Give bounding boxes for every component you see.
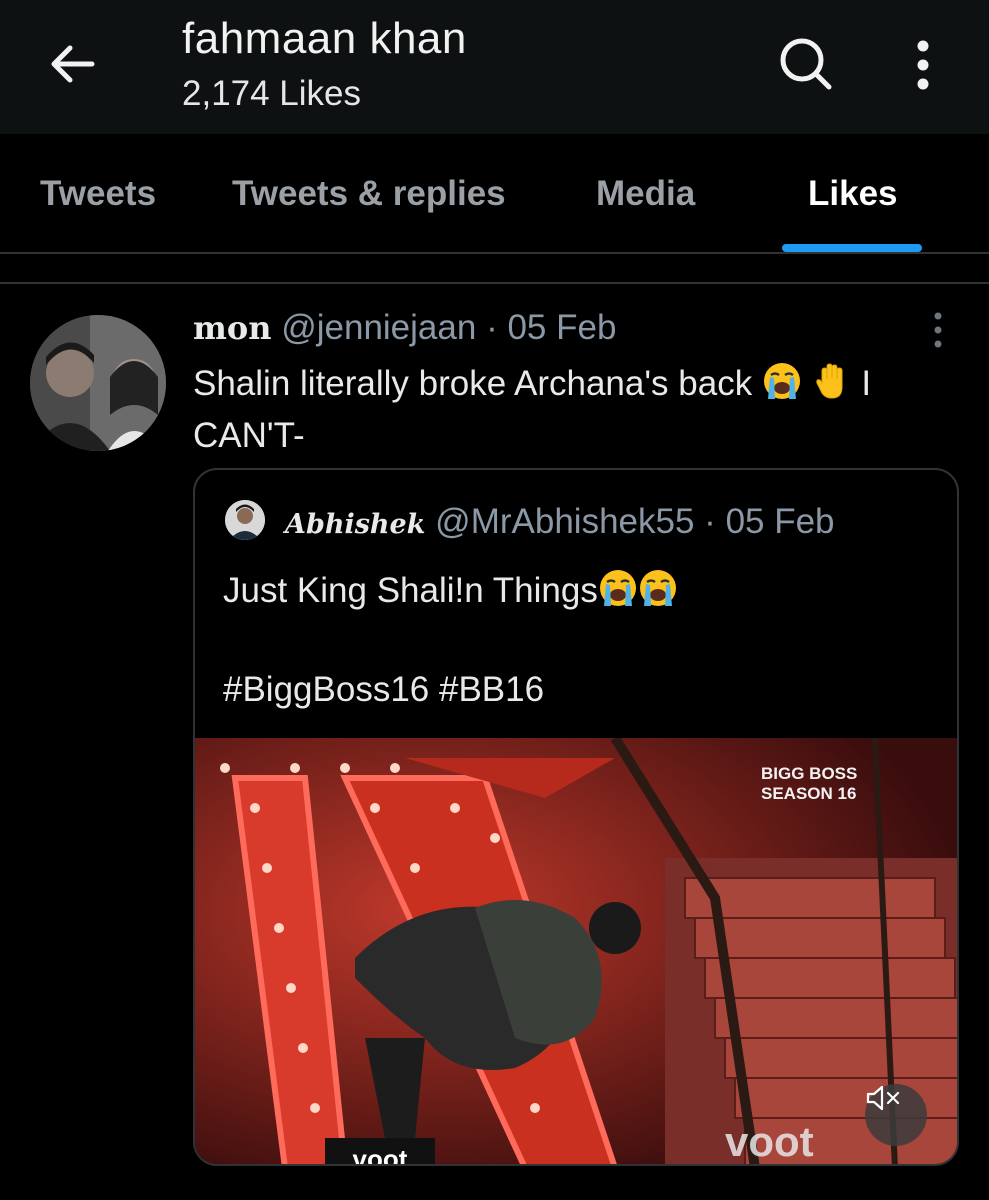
raised-hand-icon bbox=[815, 363, 843, 399]
top-app-bar: fahmaan khan 2,174 Likes bbox=[0, 0, 989, 134]
quoted-date: 05 Feb bbox=[725, 502, 835, 541]
divider bbox=[0, 282, 989, 284]
mute-toggle-button[interactable] bbox=[865, 1084, 927, 1146]
active-tab-indicator bbox=[782, 244, 922, 252]
tweet-author-handle[interactable]: @jenniejaan bbox=[281, 308, 476, 347]
profile-tabs: Tweets Tweets & replies Media Likes bbox=[0, 134, 989, 254]
quoted-hashtags[interactable]: #BiggBoss16 #BB16 bbox=[223, 670, 544, 710]
voot-logo-right: voot bbox=[725, 1118, 814, 1165]
profile-name-title: fahmaan khan bbox=[182, 14, 467, 63]
tab-likes[interactable]: Likes bbox=[808, 174, 898, 214]
tab-media[interactable]: Media bbox=[596, 174, 695, 214]
loudly-crying-face-icon bbox=[639, 570, 676, 606]
tweet-header: mon @jenniejaan · 05 Feb bbox=[193, 308, 616, 348]
quoted-author-name[interactable]: Abhishek bbox=[285, 509, 425, 540]
quoted-separator: · bbox=[704, 502, 716, 541]
quoted-author-avatar[interactable] bbox=[225, 500, 265, 540]
quoted-tweet-header: Abhishek @MrAbhishek55 · 05 Feb bbox=[285, 502, 835, 542]
video-watermark: BIGG BOSS SEASON 16 bbox=[761, 764, 858, 803]
volume-muted-icon bbox=[866, 1085, 900, 1111]
arrow-left-icon bbox=[51, 45, 95, 83]
voot-logo-left: voot bbox=[325, 1138, 435, 1164]
quoted-author-handle[interactable]: @MrAbhishek55 bbox=[435, 502, 694, 541]
tweet-author-avatar[interactable] bbox=[30, 315, 166, 451]
tweet-date[interactable]: 05 Feb bbox=[507, 308, 616, 347]
back-button[interactable] bbox=[40, 36, 104, 92]
quoted-tweet-card[interactable]: Abhishek @MrAbhishek55 · 05 Feb Just Kin… bbox=[193, 468, 959, 1166]
loudly-crying-face-icon bbox=[599, 570, 636, 606]
more-vertical-icon bbox=[934, 312, 942, 348]
quoted-video-media[interactable]: BIGG BOSS SEASON 16 voot voot bbox=[195, 738, 957, 1165]
tab-tweets-and-replies[interactable]: Tweets & replies bbox=[232, 174, 506, 214]
likes-count: 2,174 Likes bbox=[182, 74, 362, 113]
tab-tweets[interactable]: Tweets bbox=[40, 174, 156, 214]
tweet-more-button[interactable] bbox=[922, 310, 954, 350]
more-options-button[interactable] bbox=[900, 34, 946, 96]
quoted-text-body: Just King Shali!n Things bbox=[223, 571, 598, 610]
quoted-tweet-text: Just King Shali!n Things bbox=[223, 568, 678, 611]
more-vertical-icon bbox=[917, 40, 929, 90]
tweet-text-part1: Shalin literally broke Archana's back bbox=[193, 364, 753, 403]
loudly-crying-face-icon bbox=[763, 363, 800, 399]
search-icon bbox=[780, 38, 832, 90]
tweet-separator: · bbox=[486, 308, 498, 347]
tweet-author-name[interactable]: mon bbox=[193, 309, 271, 347]
tweet-text: Shalin literally broke Archana's back I … bbox=[193, 358, 963, 462]
search-button[interactable] bbox=[772, 30, 840, 98]
